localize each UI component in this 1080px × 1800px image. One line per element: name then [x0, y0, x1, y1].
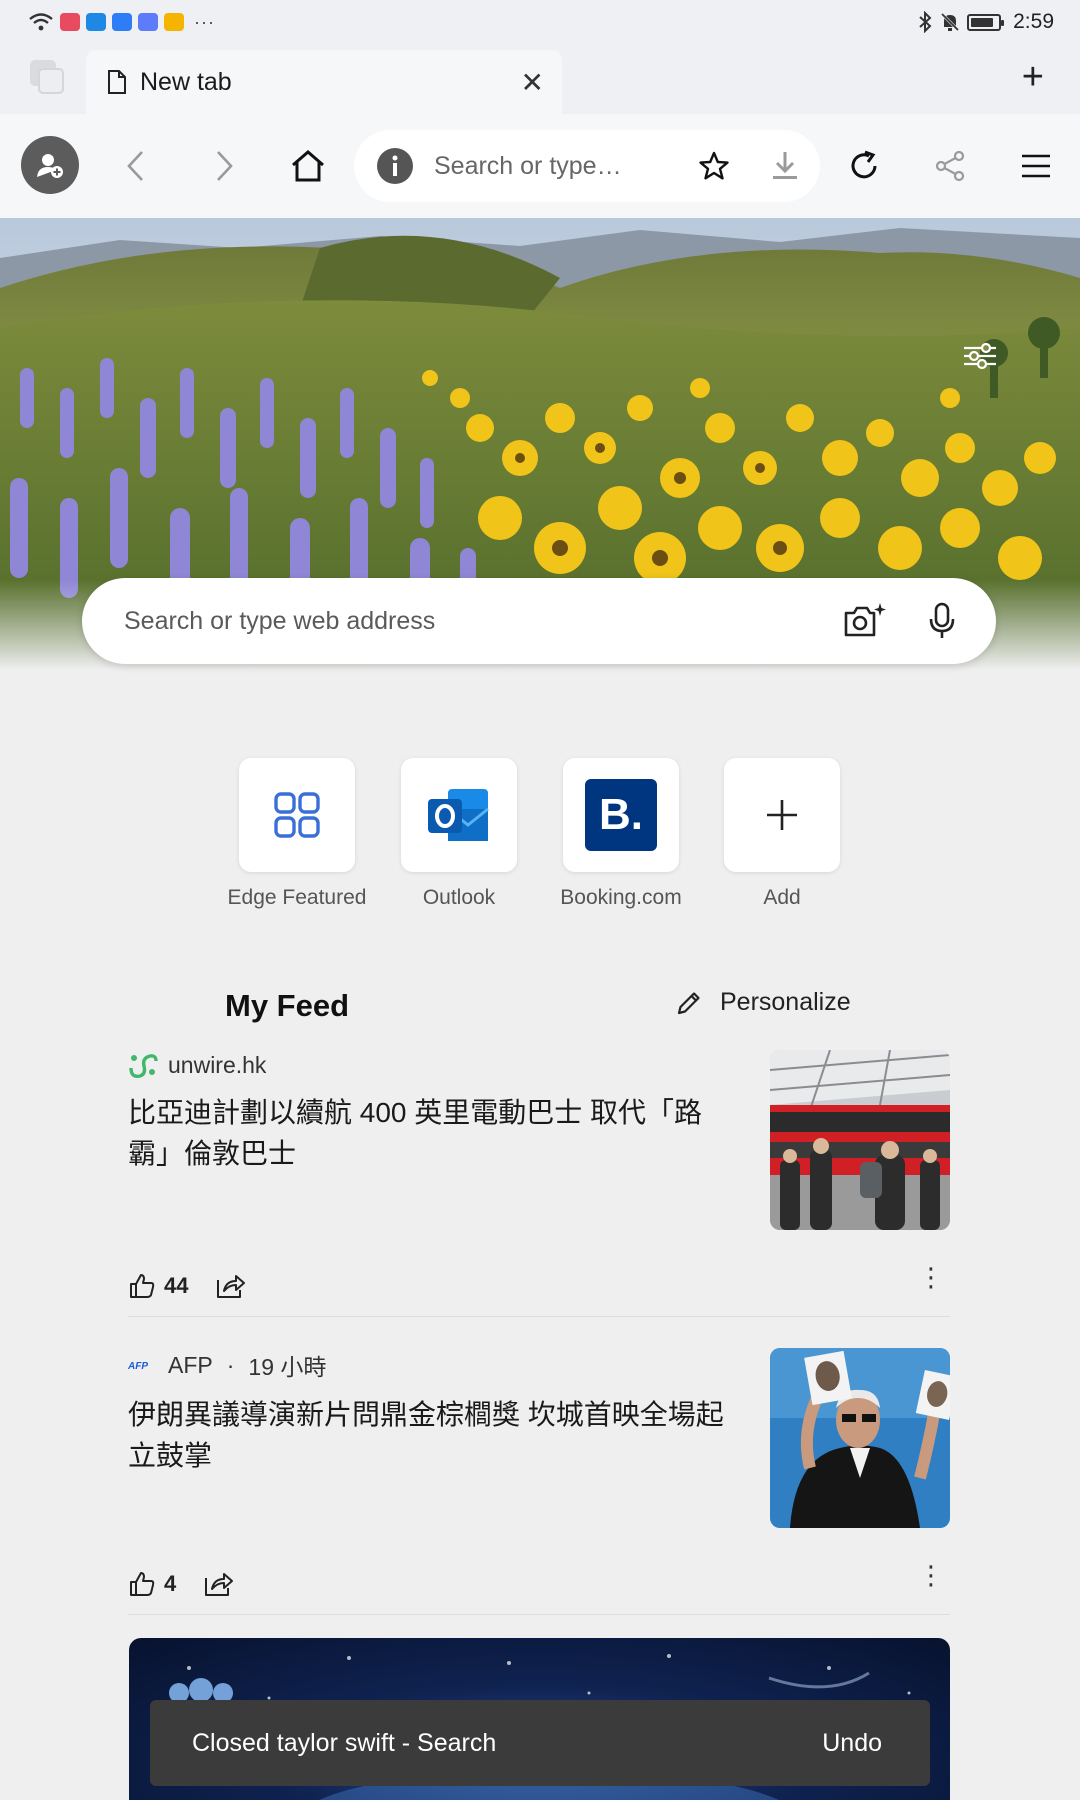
booking-logo-text: B. — [599, 790, 643, 839]
status-bar-left: ··· — [28, 12, 215, 33]
profile-button[interactable] — [21, 136, 79, 194]
battery-icon — [967, 13, 1005, 31]
quick-link-edge-featured[interactable]: Edge Featured — [212, 758, 382, 910]
more-notifications-icon: ··· — [194, 11, 215, 32]
quick-link-tile[interactable]: B. — [563, 758, 679, 872]
personalize-label: Personalize — [720, 988, 851, 1016]
page-icon — [108, 70, 126, 94]
snackbar-message: Closed taylor swift - Search — [192, 1728, 497, 1757]
tab-new-tab[interactable]: New tab ✕ — [86, 50, 562, 114]
tab-title: New tab — [140, 67, 232, 96]
star-icon[interactable] — [698, 150, 730, 182]
notification-app-icon-2 — [86, 13, 106, 31]
personalize-button[interactable]: Personalize — [676, 988, 851, 1017]
address-bar-placeholder: Search or type… — [434, 151, 622, 180]
info-icon[interactable] — [376, 147, 414, 185]
address-bar[interactable]: Search or type… — [354, 130, 820, 202]
notification-app-icon-3 — [112, 13, 132, 31]
profile-icon — [37, 154, 63, 178]
quick-link-label: Booking.com — [560, 886, 682, 909]
menu-icon — [1022, 154, 1050, 178]
toolbar: Search or type… — [0, 114, 1080, 218]
feed-article[interactable]: unwire.hk 比亞迪計劃以續航 400 英里電動巴士 取代「路霸」倫敦巴士… — [128, 1050, 950, 1300]
notification-app-icon-1 — [60, 13, 80, 31]
forward-icon — [217, 151, 233, 181]
quick-link-add[interactable]: Add — [697, 758, 867, 910]
wifi-icon — [29, 13, 53, 31]
clock: 2:59 — [1013, 10, 1054, 33]
article-source-name: unwire.hk — [168, 1051, 267, 1078]
status-bar: ··· 2:59 — [0, 0, 1080, 44]
pencil-icon — [677, 991, 700, 1014]
refresh-icon — [851, 150, 877, 179]
refresh-button[interactable] — [842, 144, 886, 188]
article-thumbnail[interactable] — [770, 1050, 950, 1230]
menu-button[interactable] — [1014, 144, 1058, 188]
feed-divider — [128, 1614, 950, 1615]
quick-link-tile[interactable] — [724, 758, 840, 872]
grid-icon — [274, 792, 320, 838]
microphone-icon[interactable] — [928, 601, 956, 641]
outlook-icon — [428, 789, 489, 841]
status-bar-right: 2:59 — [917, 10, 1054, 34]
tab-strip: New tab ✕ + — [0, 44, 1080, 114]
article-title[interactable]: 伊朗異議導演新片問鼎金棕櫚獎 坎城首映全場起立鼓掌 — [128, 1394, 738, 1476]
svg-text:AFP: AFP — [128, 1361, 148, 1372]
article-actions: 44 — [128, 1272, 246, 1300]
booking-icon: B. — [585, 779, 657, 851]
visual-search-icon[interactable] — [842, 601, 886, 641]
article-more-icon[interactable]: ⋮ — [918, 1560, 944, 1591]
share-button[interactable] — [928, 144, 972, 188]
forward-button[interactable] — [202, 144, 246, 188]
quick-link-tile[interactable] — [239, 758, 355, 872]
feed-title: My Feed — [225, 988, 350, 1023]
article-thumbnail[interactable] — [770, 1348, 950, 1528]
plus-icon — [767, 800, 797, 830]
back-button[interactable] — [114, 144, 158, 188]
quick-link-label: Add — [763, 886, 801, 909]
feed-article[interactable]: AFP AFP · 19 小時 伊朗異議導演新片問鼎金棕櫚獎 坎城首映全場起立鼓… — [128, 1348, 950, 1598]
share-icon[interactable] — [202, 1570, 234, 1598]
tab-overview-button[interactable] — [30, 60, 66, 96]
director-photo — [770, 1348, 950, 1528]
article-title[interactable]: 比亞迪計劃以續航 400 英里電動巴士 取代「路霸」倫敦巴士 — [128, 1092, 738, 1174]
like-count: 4 — [164, 1571, 177, 1596]
bus-photo — [770, 1050, 950, 1230]
quick-link-tile[interactable] — [401, 758, 517, 872]
download-icon[interactable] — [770, 150, 800, 182]
article-separator: · — [226, 1351, 235, 1378]
new-tab-button[interactable]: + — [1022, 56, 1044, 99]
article-more-icon[interactable]: ⋮ — [918, 1262, 944, 1293]
background-settings-icon[interactable] — [960, 336, 1000, 376]
article-source-name: AFP — [168, 1351, 213, 1378]
like-count: 44 — [164, 1273, 189, 1298]
feed-divider — [128, 1316, 950, 1317]
mute-icon — [941, 12, 960, 32]
article-time: 19 小時 — [248, 1354, 327, 1380]
search-box[interactable]: Search or type web address — [82, 578, 996, 664]
quick-link-booking[interactable]: B. Booking.com — [536, 758, 706, 910]
like-icon[interactable] — [128, 1570, 156, 1598]
like-icon[interactable] — [128, 1272, 156, 1300]
notification-app-icon-5 — [164, 13, 184, 31]
unwire-logo-icon — [129, 1054, 158, 1079]
afp-logo-icon: AFP — [128, 1361, 148, 1372]
article-actions: 4 — [128, 1570, 234, 1598]
quick-link-label: Edge Featured — [227, 886, 367, 909]
back-icon — [127, 151, 143, 181]
share-icon[interactable] — [214, 1272, 246, 1300]
notification-app-icon-4 — [138, 13, 158, 31]
quick-link-outlook[interactable]: Outlook — [374, 758, 544, 910]
search-placeholder: Search or type web address — [124, 606, 436, 635]
bluetooth-icon — [919, 11, 932, 33]
undo-button[interactable]: Undo — [822, 1729, 882, 1758]
share-icon — [935, 150, 965, 182]
close-tab-icon[interactable]: ✕ — [521, 66, 544, 99]
undo-snackbar: Closed taylor swift - Search Undo — [150, 1700, 930, 1786]
home-icon — [292, 150, 324, 182]
home-button[interactable] — [286, 144, 330, 188]
quick-link-label: Outlook — [422, 886, 496, 909]
